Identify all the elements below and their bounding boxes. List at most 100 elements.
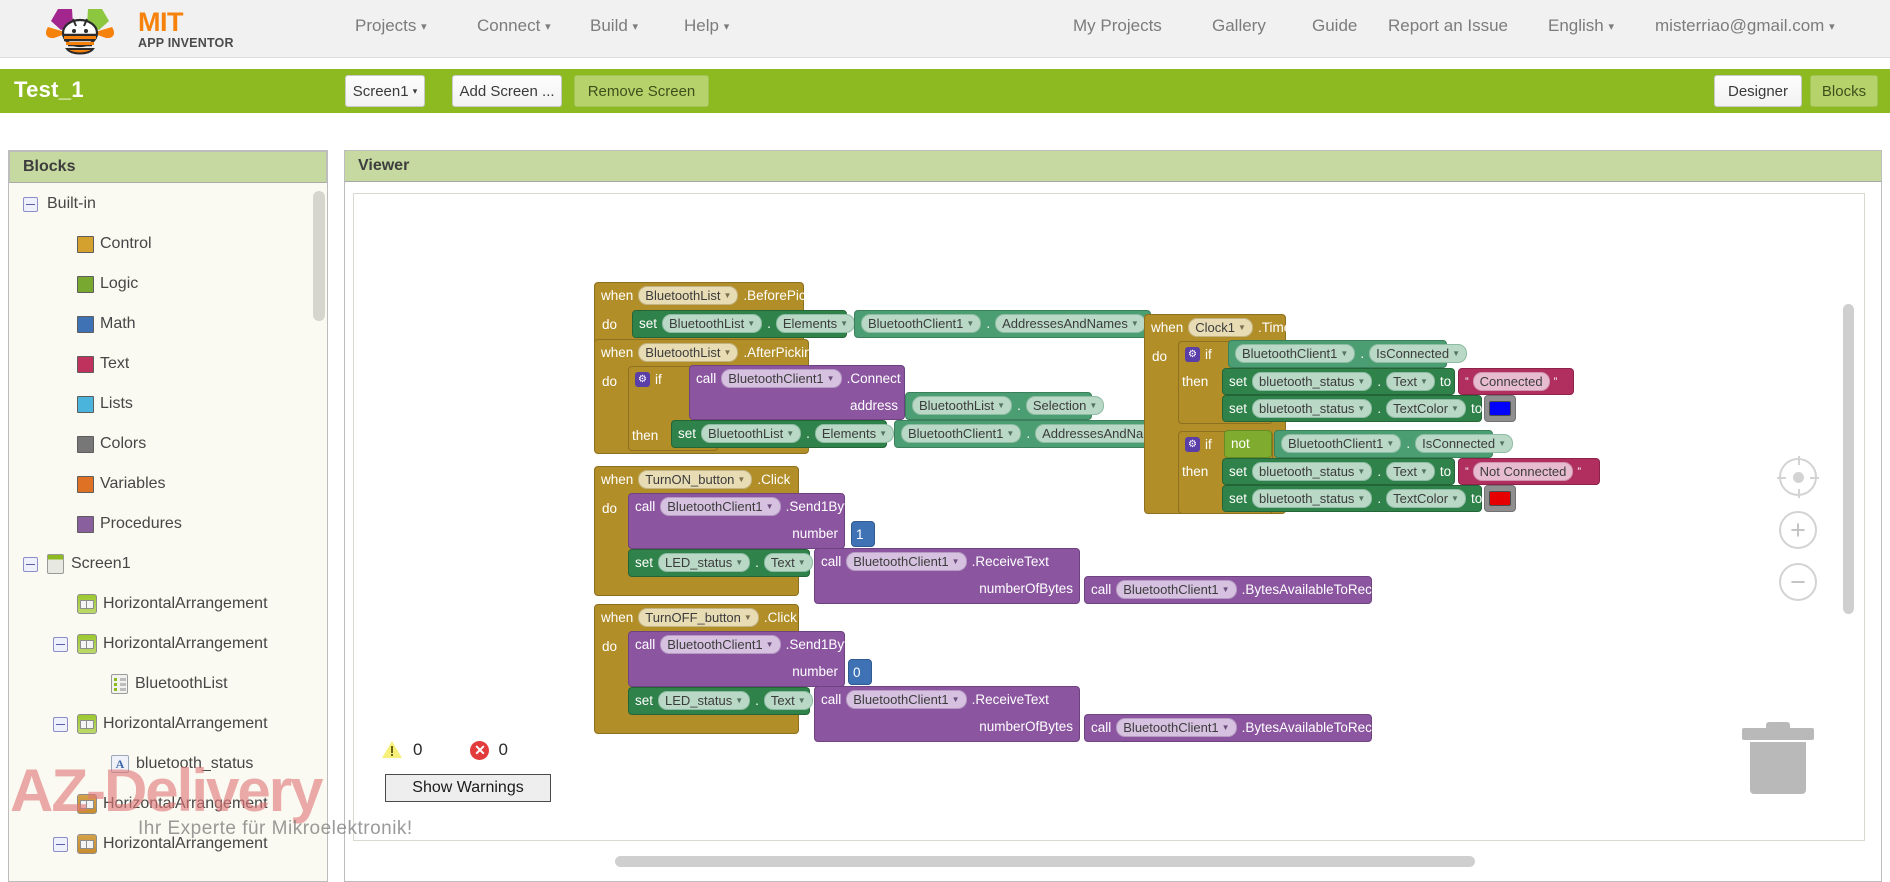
getter-object-field[interactable]: BluetoothClient1 ▼ <box>901 424 1022 443</box>
gear-icon[interactable]: ⚙ <box>1185 347 1200 362</box>
set-led-status-row-off[interactable]: set LED_status▼ . Text▼ to <box>628 687 836 714</box>
nav-gallery[interactable]: Gallery <box>1212 16 1266 36</box>
block-color-blue[interactable] <box>1484 395 1516 422</box>
block-turnon-header[interactable]: when TurnON_button ▼ .Click <box>594 466 797 493</box>
getter-isconnected-row-1[interactable]: BluetoothClient1 ▼ . IsConnected ▼ <box>1228 340 1474 367</box>
tree-horizontalarrangement-2[interactable]: HorizontalArrangement <box>9 624 327 664</box>
mit-app-inventor-logo[interactable]: MIT APP INVENTOR <box>42 3 272 57</box>
set-elements-row-2[interactable]: set BluetoothList▼ . Elements▼ to <box>671 420 917 447</box>
getter-selection-row[interactable]: BluetoothList ▼ . Selection ▼ <box>905 392 1111 419</box>
set-object-field[interactable]: LED_status ▼ <box>658 691 751 710</box>
set-object-field[interactable]: bluetooth_status ▼ <box>1252 489 1373 508</box>
getter-object-field[interactable]: BluetoothList ▼ <box>912 396 1013 415</box>
nav-account[interactable]: misterriao@gmail.com ▾ <box>1655 16 1835 36</box>
tree-built-in[interactable]: Built-in <box>9 184 327 224</box>
event-object-field[interactable]: BluetoothList ▼ <box>638 343 739 362</box>
nav-my-projects[interactable]: My Projects <box>1073 16 1162 36</box>
text-string-connected[interactable]: ” Connected ” <box>1458 368 1564 395</box>
call-object-field[interactable]: BluetoothClient1 ▼ <box>721 369 842 388</box>
blocks-tab-button[interactable]: Blocks <box>1810 75 1878 107</box>
getter-property-field[interactable]: Selection ▼ <box>1025 396 1105 415</box>
nav-report-an-issue[interactable]: Report an Issue <box>1388 16 1508 36</box>
set-property-field[interactable]: TextColor ▼ <box>1386 399 1466 418</box>
collapse-toggle-icon[interactable] <box>23 196 38 212</box>
getter-isconnected-row-2[interactable]: BluetoothClient1 ▼ . IsConnected ▼ <box>1274 430 1520 457</box>
getter-object-field[interactable]: BluetoothClient1 ▼ <box>1281 434 1402 453</box>
set-object-field[interactable]: BluetoothList ▼ <box>701 424 802 443</box>
remove-screen-button[interactable]: Remove Screen <box>574 75 709 107</box>
call-object-field[interactable]: BluetoothClient1 ▼ <box>660 635 781 654</box>
tree-control[interactable]: Control <box>9 224 327 264</box>
set-object-field[interactable]: bluetooth_status ▼ <box>1252 399 1373 418</box>
tree-text[interactable]: Text <box>9 344 327 384</box>
color-swatch-red[interactable] <box>1489 491 1511 506</box>
getter-property-field[interactable]: AddressesAndNames▼ <box>995 314 1146 333</box>
getter-object-field[interactable]: BluetoothClient1 ▼ <box>861 314 982 333</box>
call-bytesavailable-row-off[interactable]: call BluetoothClient1 ▼ .BytesAvailableTo… <box>1084 714 1404 741</box>
set-property-field[interactable]: Elements ▼ <box>775 314 855 333</box>
trash-can-icon[interactable] <box>1742 722 1814 794</box>
tree-bluetoothlist[interactable]: BluetoothList <box>9 664 327 704</box>
show-warnings-button[interactable]: Show Warnings <box>385 774 551 802</box>
nav-help[interactable]: Help ▾ <box>684 16 729 36</box>
nav-build[interactable]: Build ▾ <box>590 16 638 36</box>
getter-addressesandnames-row[interactable]: BluetoothClient1 ▼ . AddressesAndNames ▼ <box>854 310 1153 337</box>
tree-horizontalarrangement-1[interactable]: HorizontalArrangement <box>9 584 327 624</box>
if-row-2[interactable]: ⚙ if <box>1178 431 1219 458</box>
set-elements-row[interactable]: set BluetoothList▼ . Elements▼ to <box>632 310 878 337</box>
set-bluetooth-status-textcolor-row-1[interactable]: set bluetooth_status ▼ . TextColor ▼ to <box>1222 395 1489 422</box>
tree-horizontalarrangement-3[interactable]: HorizontalArrangement <box>9 704 327 744</box>
text-string-not-connected[interactable]: ” Not Connected ” <box>1458 458 1588 485</box>
tree-math[interactable]: Math <box>9 304 327 344</box>
tree-variables[interactable]: Variables <box>9 464 327 504</box>
text-value-field[interactable]: Connected <box>1472 372 1550 391</box>
tree-lists[interactable]: Lists <box>9 384 327 424</box>
set-led-status-row-on[interactable]: set LED_status▼ . Text▼ to <box>628 549 836 576</box>
blocks-workspace-canvas[interactable]: when BluetoothList ▼ .BeforePicking do se… <box>353 193 1865 841</box>
set-bluetooth-status-textcolor-row-2[interactable]: set bluetooth_status ▼ . TextColor ▼ to <box>1222 485 1489 512</box>
blocks-tree[interactable]: Built-in Control Logic Math Text Lists Colors V… <box>9 184 327 881</box>
call-object-field[interactable]: BluetoothClient1 ▼ <box>1116 580 1237 599</box>
call-object-field[interactable]: BluetoothClient1 ▼ <box>846 690 967 709</box>
workspace-vertical-scrollbar[interactable] <box>1843 304 1854 614</box>
number-value-1[interactable]: 1 <box>851 521 869 547</box>
getter-property-field[interactable]: IsConnected ▼ <box>1415 434 1514 453</box>
zoom-out-button[interactable]: − <box>1779 563 1817 601</box>
color-swatch-blue[interactable] <box>1489 401 1511 416</box>
tree-screen1[interactable]: Screen1 <box>9 544 327 584</box>
set-property-field[interactable]: Text ▼ <box>1386 462 1435 481</box>
getter-object-field[interactable]: BluetoothClient1 ▼ <box>1235 344 1356 363</box>
workspace-horizontal-scrollbar[interactable] <box>615 856 1475 867</box>
block-clock-timer-header[interactable]: when Clock1 ▼ .Timer <box>1144 314 1303 341</box>
collapse-toggle-icon[interactable] <box>53 636 68 652</box>
set-object-field[interactable]: BluetoothList ▼ <box>662 314 763 333</box>
zoom-in-button[interactable]: + <box>1779 511 1817 549</box>
center-workspace-button[interactable] <box>1777 456 1819 498</box>
set-bluetooth-status-text-row-2[interactable]: set bluetooth_status ▼ . Text ▼ to <box>1222 458 1458 485</box>
set-property-field[interactable]: TextColor ▼ <box>1386 489 1466 508</box>
block-turnoff-header[interactable]: when TurnOFF_button ▼ .Click <box>594 604 804 631</box>
set-bluetooth-status-text-row-1[interactable]: set bluetooth_status ▼ . Text ▼ to <box>1222 368 1458 395</box>
gear-icon[interactable]: ⚙ <box>635 372 650 387</box>
call-receivetext-row-on[interactable]: call BluetoothClient1 ▼ .ReceiveText numb… <box>814 548 1080 602</box>
nav-connect[interactable]: Connect ▾ <box>477 16 551 36</box>
collapse-toggle-icon[interactable] <box>53 716 68 732</box>
blocks-panel-scrollbar[interactable] <box>313 191 325 321</box>
designer-tab-button[interactable]: Designer <box>1714 75 1802 107</box>
set-object-field[interactable]: bluetooth_status ▼ <box>1252 372 1373 391</box>
event-object-field[interactable]: TurnOFF_button ▼ <box>638 608 759 627</box>
tree-procedures[interactable]: Procedures <box>9 504 327 544</box>
tree-logic[interactable]: Logic <box>9 264 327 304</box>
event-object-field[interactable]: Clock1 ▼ <box>1188 318 1253 337</box>
number-value-0[interactable]: 0 <box>848 659 866 685</box>
nav-guide[interactable]: Guide <box>1312 16 1357 36</box>
event-object-field[interactable]: TurnON_button ▼ <box>638 470 753 489</box>
tree-bluetooth-status[interactable]: Abluetooth_status <box>9 744 327 784</box>
text-value-field[interactable]: Not Connected <box>1472 462 1574 481</box>
set-property-field[interactable]: Text ▼ <box>763 691 813 710</box>
call-object-field[interactable]: BluetoothClient1 ▼ <box>846 552 967 571</box>
set-property-field[interactable]: Text ▼ <box>763 553 813 572</box>
collapse-toggle-icon[interactable] <box>53 836 68 852</box>
add-screen-button[interactable]: Add Screen ... <box>452 75 562 107</box>
nav-language[interactable]: English ▾ <box>1548 16 1614 36</box>
